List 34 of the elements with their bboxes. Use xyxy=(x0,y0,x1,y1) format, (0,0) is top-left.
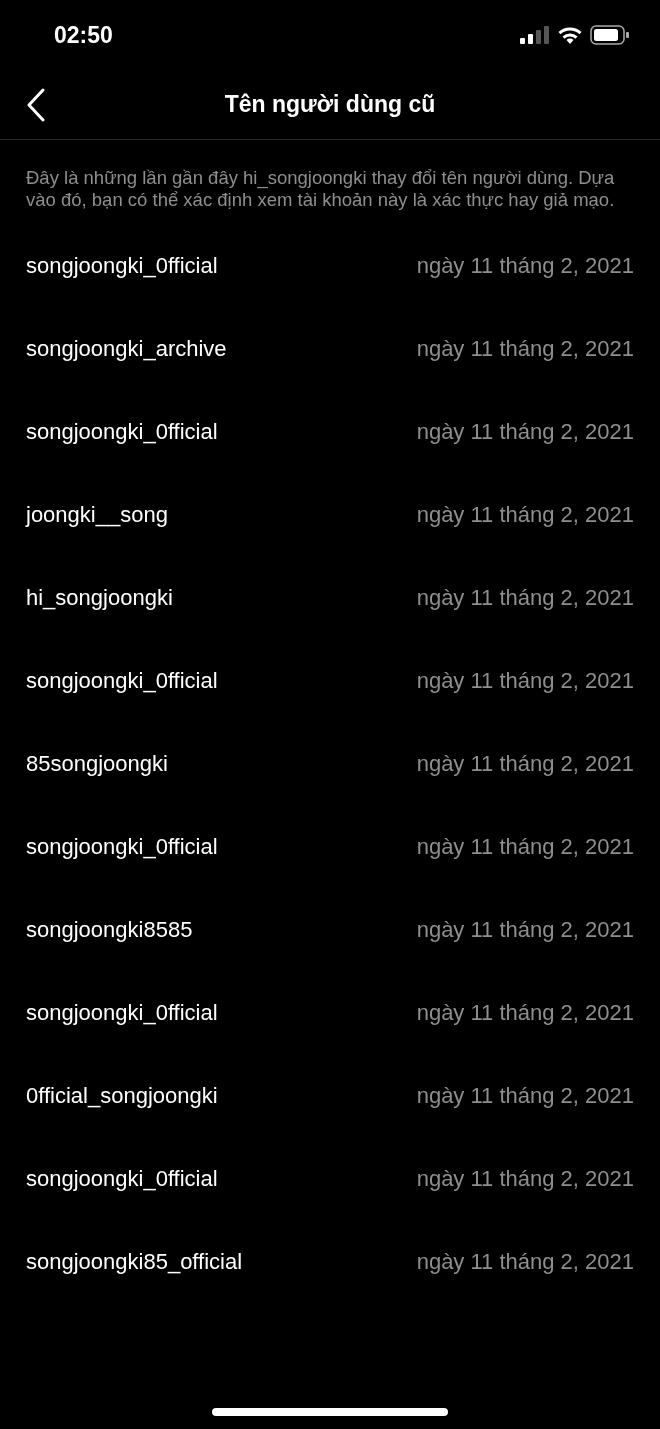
change-date: ngày 11 tháng 2, 2021 xyxy=(416,833,634,862)
battery-icon xyxy=(590,25,630,45)
username: songjoongki_0fficial xyxy=(26,667,218,696)
username: songjoongki_0fficial xyxy=(26,252,218,281)
username: songjoongki_0fficial xyxy=(26,999,218,1028)
change-date: ngày 11 tháng 2, 2021 xyxy=(416,999,634,1028)
username: hi_songjoongki xyxy=(26,584,173,613)
change-date: ngày 11 tháng 2, 2021 xyxy=(416,916,634,945)
back-button[interactable] xyxy=(26,87,46,122)
change-date: ngày 11 tháng 2, 2021 xyxy=(416,1165,634,1194)
description-text: Đây là những lần gần đây hi_songjoongki thay đổi tên người dùng. Dựa vào đó, bạn có thể xác định xem tài khoản này là xác thực hay giả mạo. xyxy=(25,166,616,212)
change-date: ngày 11 tháng 2, 2021 xyxy=(416,750,634,779)
change-date: ngày 11 tháng 2, 2021 xyxy=(416,335,634,364)
back-icon xyxy=(26,87,46,122)
change-date: ngày 11 tháng 2, 2021 xyxy=(416,584,634,613)
username: songjoongki85_official xyxy=(26,1248,243,1277)
signal-icon xyxy=(520,26,550,44)
change-date: ngày 11 tháng 2, 2021 xyxy=(416,418,634,447)
username: songjoongki_0fficial xyxy=(26,1165,218,1194)
status-time: 02:50 xyxy=(54,20,113,50)
username: 85songjoongki xyxy=(26,750,168,779)
username: joongki__song xyxy=(26,501,168,530)
change-date: ngày 11 tháng 2, 2021 xyxy=(416,1082,634,1111)
username: songjoongki_0fficial xyxy=(26,833,218,862)
page-title: Tên người dùng cũ xyxy=(224,90,436,119)
change-date: ngày 11 tháng 2, 2021 xyxy=(416,1248,634,1277)
username: 0fficial_songjoongki xyxy=(26,1082,218,1111)
change-date: ngày 11 tháng 2, 2021 xyxy=(416,252,634,281)
change-date: ngày 11 tháng 2, 2021 xyxy=(416,501,634,530)
username: songjoongki_archive xyxy=(26,335,227,364)
wifi-icon xyxy=(558,26,582,44)
username: songjoongki_0fficial xyxy=(26,418,218,447)
change-date: ngày 11 tháng 2, 2021 xyxy=(416,667,634,696)
username: songjoongki8585 xyxy=(26,916,193,945)
